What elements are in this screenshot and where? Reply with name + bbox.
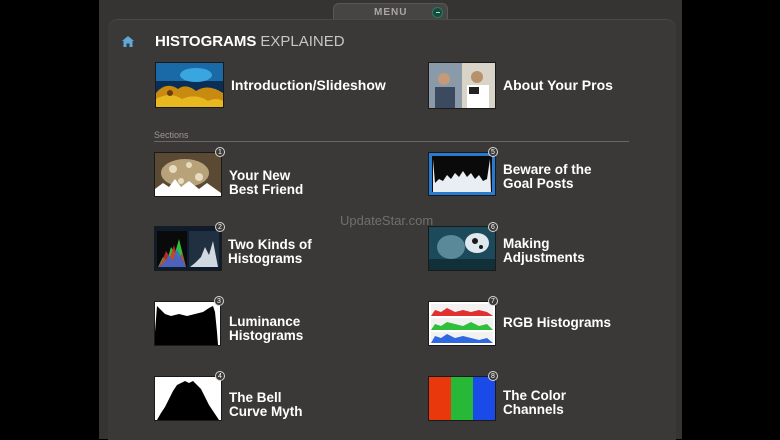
section-1-line2: Best Friend bbox=[229, 182, 304, 197]
section-1-line1: Your New bbox=[229, 168, 291, 183]
section-7-label[interactable]: RGB Histograms bbox=[503, 316, 611, 330]
home-icon[interactable] bbox=[122, 36, 134, 47]
section-3-line1: Luminance bbox=[229, 314, 301, 329]
rgb-histograms-icon bbox=[429, 302, 495, 345]
section-3-line2: Histograms bbox=[229, 328, 304, 343]
luminance-histogram-icon bbox=[155, 302, 220, 345]
section-5-line2: Goal Posts bbox=[503, 176, 574, 191]
section-3-thumbnail[interactable] bbox=[154, 301, 221, 346]
section-2-badge: 2 bbox=[215, 222, 225, 232]
section-5-thumbnail[interactable] bbox=[428, 152, 496, 196]
menu-collapse-icon[interactable] bbox=[432, 7, 443, 18]
section-2-thumbnail[interactable] bbox=[154, 226, 222, 271]
page-title-light: EXPLAINED bbox=[260, 33, 345, 50]
section-6-badge: 6 bbox=[488, 222, 498, 232]
section-7-badge: 7 bbox=[488, 296, 498, 306]
about-pros-label[interactable]: About Your Pros bbox=[503, 78, 613, 92]
sections-divider bbox=[154, 141, 629, 142]
about-pros-thumbnail[interactable] bbox=[428, 62, 496, 109]
section-8-line1: The Color bbox=[503, 388, 566, 403]
section-6-line1: Making bbox=[503, 236, 550, 251]
diver-photo-icon bbox=[429, 227, 495, 270]
color-channels-icon bbox=[429, 377, 495, 420]
section-3-badge: 3 bbox=[214, 296, 224, 306]
section-2-label[interactable]: Two Kinds of Histograms bbox=[228, 238, 312, 266]
section-8-label[interactable]: The Color Channels bbox=[503, 389, 566, 417]
watermark-text: UpdateStar.com bbox=[340, 213, 434, 228]
section-4-badge: 4 bbox=[215, 371, 225, 381]
section-6-label[interactable]: Making Adjustments bbox=[503, 237, 585, 265]
section-4-line1: The Bell bbox=[229, 390, 282, 405]
section-4-thumbnail[interactable] bbox=[154, 376, 222, 421]
section-6-thumbnail[interactable] bbox=[428, 226, 496, 271]
section-5-label[interactable]: Beware of the Goal Posts bbox=[503, 163, 592, 191]
page-title: HISTOGRAMS EXPLAINED bbox=[155, 33, 345, 50]
reef-photo-icon bbox=[156, 63, 223, 107]
section-4-line2: Curve Myth bbox=[229, 404, 303, 419]
color-histogram-icon bbox=[155, 227, 221, 270]
fish-photo-icon bbox=[155, 153, 221, 196]
section-7-line1: RGB Histograms bbox=[503, 315, 612, 330]
section-1-badge: 1 bbox=[215, 147, 225, 157]
section-4-label[interactable]: The Bell Curve Myth bbox=[229, 391, 303, 419]
section-2-line1: Two Kinds of bbox=[228, 237, 312, 252]
section-2-line2: Histograms bbox=[228, 251, 303, 266]
photographers-photo-icon bbox=[429, 63, 495, 108]
section-6-line2: Adjustments bbox=[503, 250, 585, 265]
section-1-thumbnail[interactable] bbox=[154, 152, 222, 197]
intro-label[interactable]: Introduction/Slideshow bbox=[231, 78, 386, 92]
bell-curve-icon bbox=[155, 377, 221, 420]
sections-heading: Sections bbox=[154, 130, 189, 140]
goal-posts-histogram-icon bbox=[429, 153, 495, 195]
section-8-badge: 8 bbox=[488, 371, 498, 381]
page-title-bold: HISTOGRAMS bbox=[155, 33, 257, 50]
section-5-line1: Beware of the bbox=[503, 162, 592, 177]
section-3-label[interactable]: Luminance Histograms bbox=[229, 315, 303, 343]
section-5-badge: 5 bbox=[488, 147, 498, 157]
section-8-line2: Channels bbox=[503, 402, 564, 417]
section-7-thumbnail[interactable] bbox=[428, 301, 496, 346]
intro-thumbnail[interactable] bbox=[155, 62, 224, 108]
menu-label: MENU bbox=[374, 7, 408, 18]
section-1-label[interactable]: Your New Best Friend bbox=[229, 169, 303, 197]
section-8-thumbnail[interactable] bbox=[428, 376, 496, 421]
